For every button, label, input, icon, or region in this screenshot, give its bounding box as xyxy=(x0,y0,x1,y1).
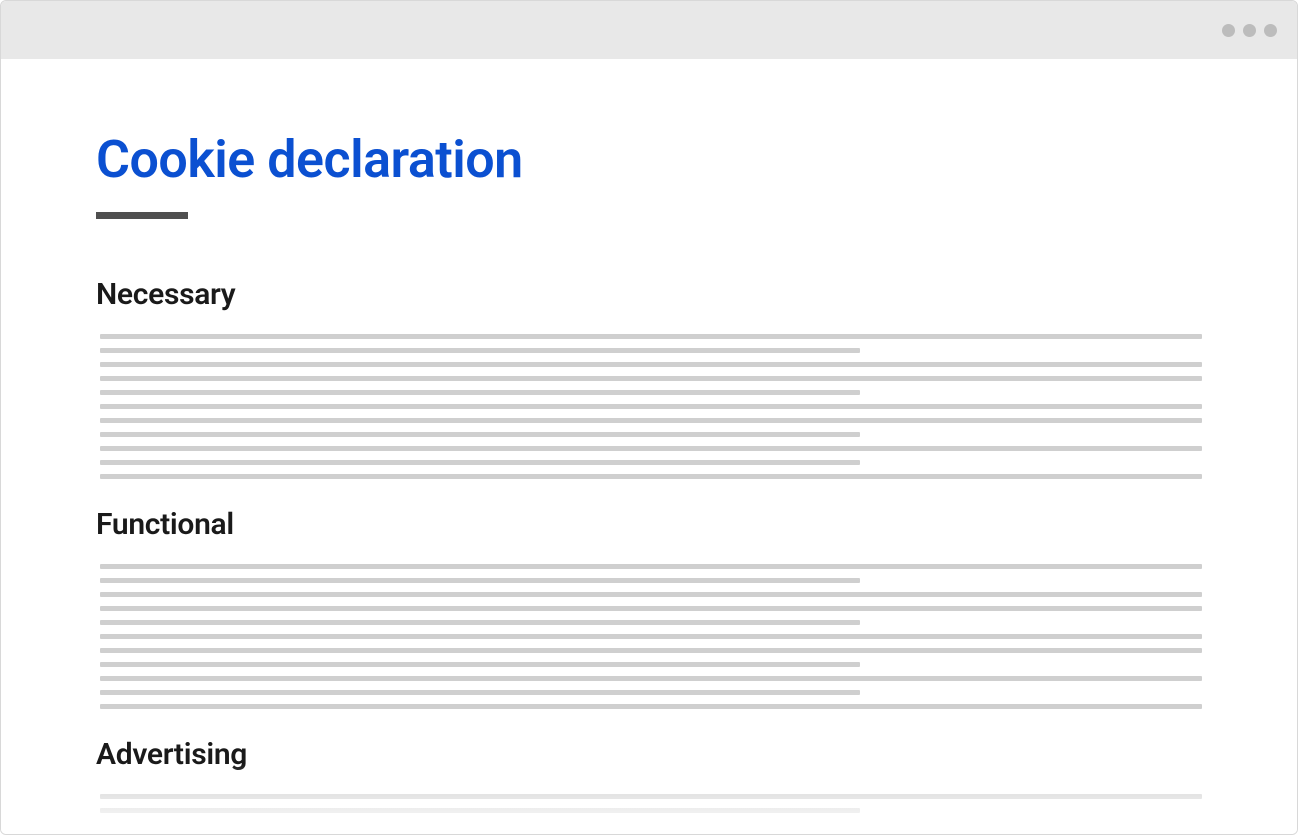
placeholder-line xyxy=(100,690,860,695)
window-titlebar xyxy=(1,1,1297,59)
placeholder-line xyxy=(100,606,1202,611)
placeholder-line xyxy=(100,404,1202,409)
section-heading: Functional xyxy=(96,507,1202,542)
placeholder-line xyxy=(100,362,1202,367)
placeholder-line xyxy=(100,676,1202,681)
placeholder-text xyxy=(96,334,1202,479)
placeholder-line xyxy=(100,794,1202,799)
placeholder-line xyxy=(100,432,860,437)
placeholder-line xyxy=(100,662,860,667)
section-heading: Necessary xyxy=(96,277,1202,312)
title-underline xyxy=(96,212,188,219)
placeholder-line xyxy=(100,348,860,353)
placeholder-line xyxy=(100,334,1202,339)
placeholder-line xyxy=(100,564,1202,569)
window-control-dot[interactable] xyxy=(1264,24,1277,37)
window-control-dot[interactable] xyxy=(1222,24,1235,37)
placeholder-line xyxy=(100,704,1202,709)
section-heading: Advertising xyxy=(96,737,1202,772)
placeholder-line xyxy=(100,620,860,625)
placeholder-line xyxy=(100,634,1202,639)
placeholder-line xyxy=(100,418,1202,423)
placeholder-line xyxy=(100,474,1202,479)
placeholder-line xyxy=(100,390,860,395)
page-content: Cookie declaration Necessary Functional xyxy=(1,59,1297,834)
placeholder-line xyxy=(100,648,1202,653)
section-advertising: Advertising xyxy=(96,737,1202,813)
placeholder-text xyxy=(96,564,1202,709)
placeholder-text xyxy=(96,794,1202,813)
section-necessary: Necessary xyxy=(96,277,1202,479)
placeholder-line xyxy=(100,578,860,583)
placeholder-line xyxy=(100,808,860,813)
placeholder-line xyxy=(100,376,1202,381)
browser-window: Cookie declaration Necessary Functional xyxy=(0,0,1298,835)
section-functional: Functional xyxy=(96,507,1202,709)
placeholder-line xyxy=(100,460,860,465)
page-title: Cookie declaration xyxy=(96,129,1202,190)
placeholder-line xyxy=(100,446,1202,451)
placeholder-line xyxy=(100,592,1202,597)
window-control-dot[interactable] xyxy=(1243,24,1256,37)
